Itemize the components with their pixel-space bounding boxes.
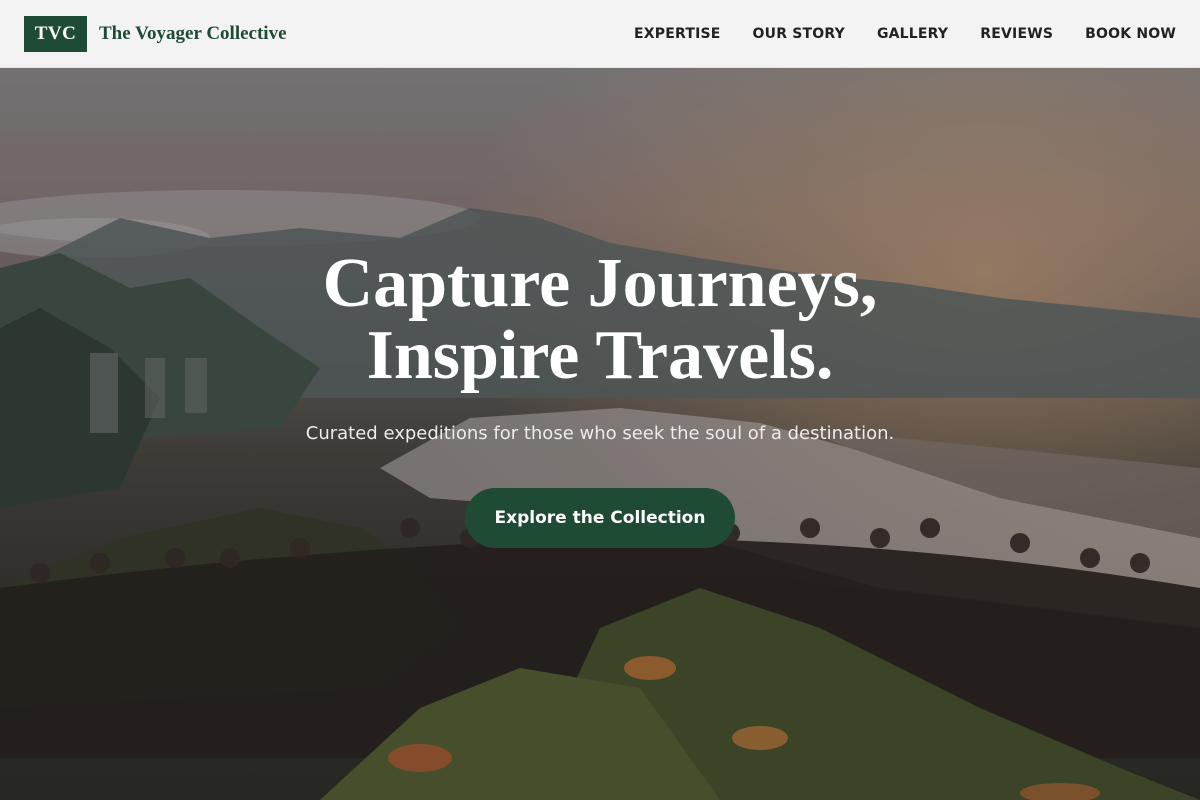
brand[interactable]: TVC The Voyager Collective (24, 15, 287, 52)
hero-content: Capture Journeys, Inspire Travels. Curat… (0, 68, 1200, 800)
explore-collection-button[interactable]: Explore the Collection (465, 488, 735, 548)
nav-link-reviews[interactable]: REVIEWS (980, 26, 1053, 42)
nav-link-our-story[interactable]: OUR STORY (753, 26, 845, 42)
hero-section: Capture Journeys, Inspire Travels. Curat… (0, 68, 1200, 800)
brand-name[interactable]: The Voyager Collective (99, 23, 287, 45)
logo[interactable]: TVC (24, 15, 87, 52)
site-header: TVC The Voyager Collective EXPERTISE OUR… (0, 0, 1200, 68)
hero-headline-line2: Inspire Travels. (366, 317, 834, 394)
nav-link-expertise[interactable]: EXPERTISE (634, 26, 721, 42)
nav-link-book-now[interactable]: BOOK NOW (1085, 26, 1176, 42)
hero-headline-line1: Capture Journeys, (322, 245, 878, 322)
hero-subtitle: Curated expeditions for those who seek t… (305, 423, 895, 444)
nav-link-gallery[interactable]: GALLERY (877, 26, 948, 42)
main-nav: EXPERTISE OUR STORY GALLERY REVIEWS BOOK… (602, 26, 1176, 42)
hero-headline: Capture Journeys, Inspire Travels. (0, 248, 1200, 392)
